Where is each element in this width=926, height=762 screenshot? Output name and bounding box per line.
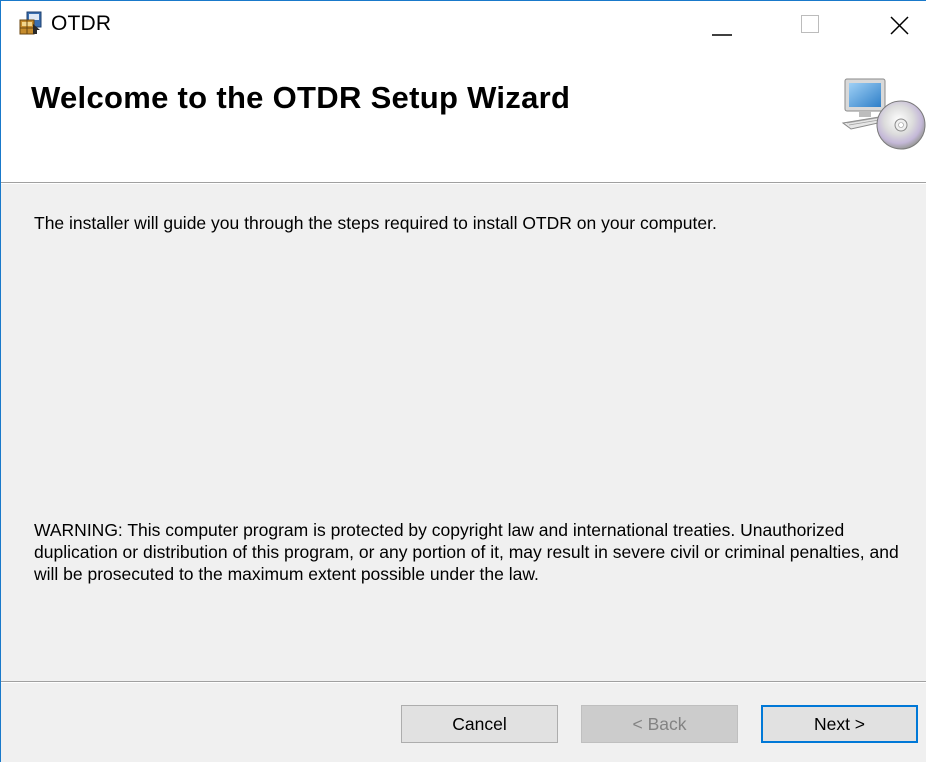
intro-text: The installer will guide you through the…: [34, 213, 717, 233]
banner-divider: [1, 183, 926, 184]
minimize-button[interactable]: [687, 1, 757, 47]
next-button[interactable]: Next >: [761, 705, 918, 743]
footer-divider-highlight: [1, 682, 926, 683]
minimize-icon: [712, 34, 732, 36]
cancel-button[interactable]: Cancel: [401, 705, 558, 743]
installer-window: OTDR Welcome to the OTDR Setup Wizard Th…: [0, 0, 926, 762]
back-button[interactable]: < Back: [581, 705, 738, 743]
maximize-icon: [801, 15, 819, 33]
close-icon: [890, 16, 909, 35]
page-title: Welcome to the OTDR Setup Wizard: [31, 80, 571, 115]
close-button[interactable]: [856, 1, 926, 47]
copyright-warning: WARNING: This computer program is protec…: [34, 520, 899, 584]
installer-icon: [18, 10, 44, 36]
window-title: OTDR: [51, 12, 112, 35]
header-banner: Welcome to the OTDR Setup Wizard: [1, 47, 926, 183]
title-bar[interactable]: OTDR: [1, 1, 926, 47]
maximize-button[interactable]: [777, 1, 847, 47]
computer-cd-icon: [839, 77, 926, 157]
